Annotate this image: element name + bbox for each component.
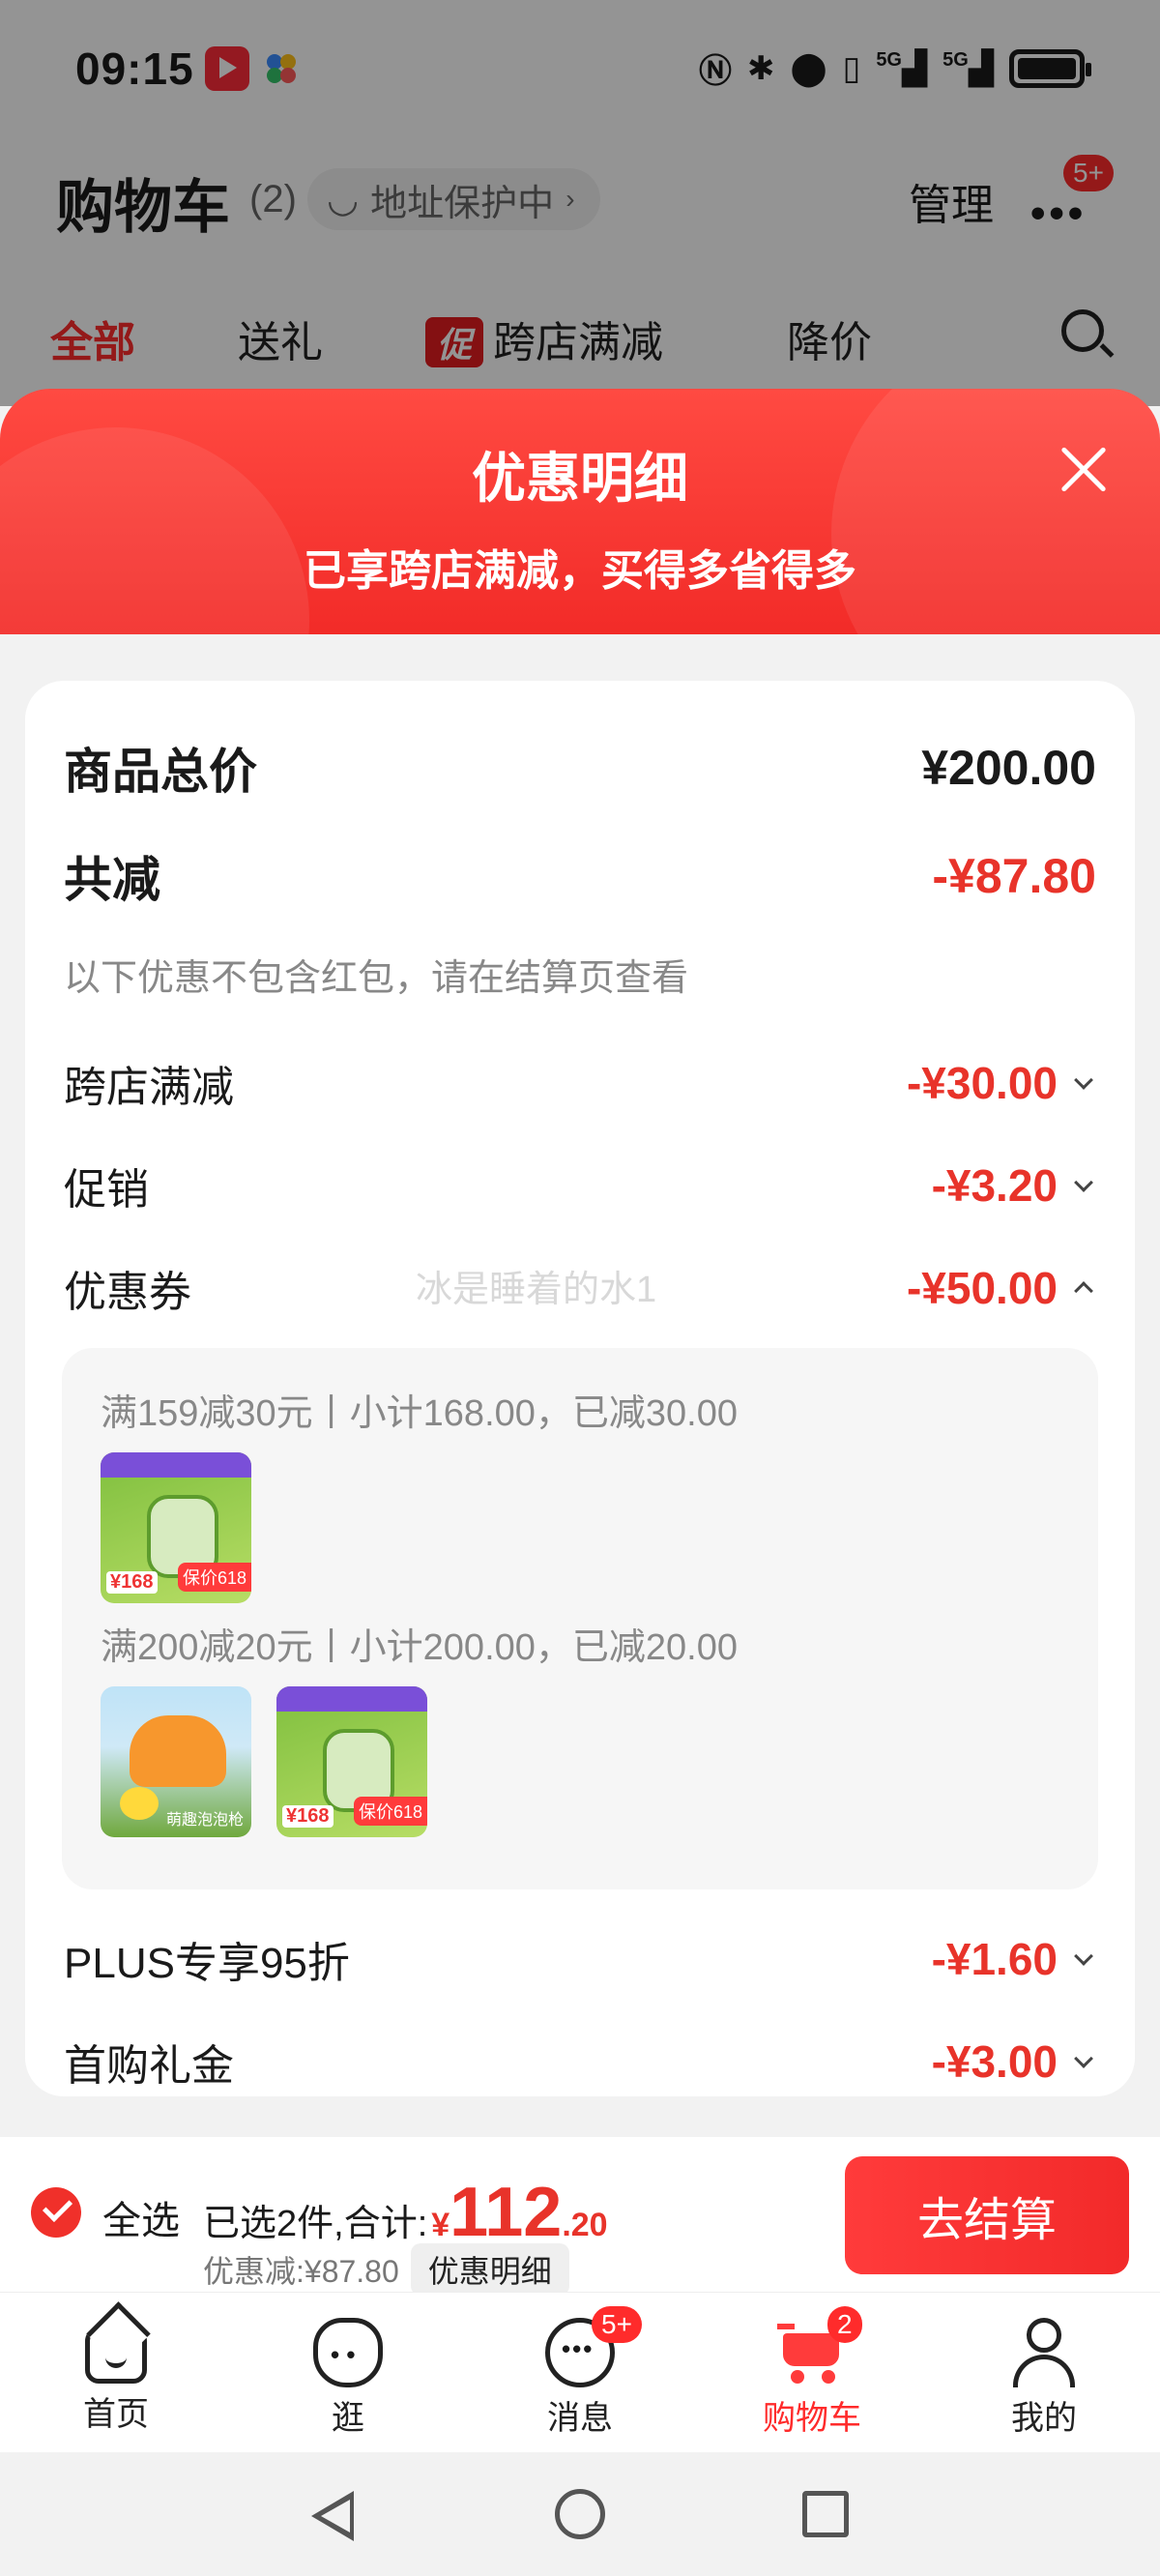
discount-row: 共减 -¥87.80 xyxy=(64,841,1096,911)
discount-panel-header: 优惠明细 已享跨店满减，买得多省得多 xyxy=(0,389,1160,634)
tab-label: 逛 xyxy=(332,2400,364,2437)
checkout-bar: 全选 已选2件,合计: ¥ 112 .20 优惠减:¥87.80 优惠明细 去结… xyxy=(0,2137,1160,2296)
thumb-caption: 萌趣泡泡枪 xyxy=(165,1812,244,1829)
total-value: ¥200.00 xyxy=(921,741,1096,795)
profile-icon xyxy=(1009,2318,1079,2387)
discount-summary: 优惠减:¥87.80 优惠明细 xyxy=(203,2243,569,2296)
discount-item-promotion[interactable]: 促销 -¥3.20 xyxy=(64,1155,1096,1216)
discount-item-cross-store[interactable]: 跨店满减 -¥30.00 xyxy=(64,1052,1096,1114)
chevron-down-icon xyxy=(1074,1947,1093,1966)
amount-decimal: .20 xyxy=(562,2207,608,2243)
dim-overlay[interactable] xyxy=(0,0,1160,406)
system-nav-bar xyxy=(0,2452,1160,2576)
coupon-detail-box: 满159减30元丨小计168.00，已减30.00 ¥168 保价618 满20… xyxy=(62,1348,1098,1889)
select-all-label[interactable]: 全选 xyxy=(102,2189,180,2245)
item-value: -¥3.20 xyxy=(932,1159,1096,1212)
cart-badge: 2 xyxy=(827,2306,862,2343)
discount-summary-text: 优惠减:¥87.80 xyxy=(203,2254,399,2289)
thumb-price: ¥168 xyxy=(106,1571,158,1594)
total-label: 商品总价 xyxy=(64,745,257,799)
watermark: 冰是睡着的水1 xyxy=(416,1270,657,1310)
item-value: -¥50.00 xyxy=(907,1262,1096,1314)
discount-detail-button[interactable]: 优惠明细 xyxy=(410,2243,569,2296)
tab-me[interactable]: 我的 xyxy=(928,2293,1160,2453)
home-circle-icon[interactable] xyxy=(555,2489,605,2539)
tab-cart[interactable]: 购物车 2 xyxy=(696,2293,928,2453)
panel-title: 优惠明细 xyxy=(472,448,688,509)
product-thumbnail-3[interactable]: ¥168 保价618 xyxy=(276,1686,427,1837)
item-value: -¥30.00 xyxy=(907,1057,1096,1109)
home-icon xyxy=(85,2327,147,2384)
recent-apps-icon[interactable] xyxy=(802,2491,849,2537)
discount-note: 以下优惠不包含红包，请在结算页查看 xyxy=(64,958,689,999)
total-row: 商品总价 ¥200.00 xyxy=(64,733,1096,803)
selected-prefix: 已选2件,合计: xyxy=(203,2204,428,2244)
item-label: 优惠券 xyxy=(64,1269,191,1316)
thumb-tag: 保价618 xyxy=(177,1563,251,1592)
item-value: -¥3.00 xyxy=(932,2035,1096,2088)
tab-browse[interactable]: 逛 xyxy=(232,2293,464,2453)
checkout-button[interactable]: 去结算 xyxy=(845,2156,1129,2274)
product-thumbnail-2[interactable]: 萌趣泡泡枪 xyxy=(101,1686,251,1837)
currency-symbol: ¥ xyxy=(431,2207,450,2243)
select-all-checkbox[interactable] xyxy=(31,2187,81,2238)
panel-subtitle: 已享跨店满减，买得多省得多 xyxy=(304,547,856,595)
close-icon[interactable] xyxy=(1056,443,1110,497)
chevron-down-icon xyxy=(1074,1173,1093,1192)
tab-messages[interactable]: 消息 5+ xyxy=(464,2293,696,2453)
tab-label: 我的 xyxy=(1011,2400,1077,2437)
back-icon[interactable] xyxy=(311,2491,354,2541)
discount-item-first-purchase[interactable]: 首购礼金 -¥3.00 xyxy=(64,2031,1096,2093)
chevron-down-icon xyxy=(1074,1070,1093,1090)
tab-label: 消息 xyxy=(547,2400,613,2437)
item-value: -¥1.60 xyxy=(932,1933,1096,1985)
browse-face-icon xyxy=(313,2318,383,2387)
item-label: 首购礼金 xyxy=(64,2042,234,2090)
item-label: 跨店满减 xyxy=(64,1064,234,1111)
tab-home[interactable]: 首页 xyxy=(0,2293,232,2453)
bottom-tab-bar: 首页 逛 消息 5+ 购物车 2 我的 xyxy=(0,2292,1160,2452)
discount-card: 商品总价 ¥200.00 共减 -¥87.80 以下优惠不包含红包，请在结算页查… xyxy=(25,681,1135,2096)
coupon-line-2: 满200减20元丨小计200.00，已减20.00 xyxy=(101,1627,738,1668)
messages-badge: 5+ xyxy=(592,2306,642,2343)
item-label: 促销 xyxy=(64,1166,149,1214)
tab-label: 首页 xyxy=(83,2396,149,2433)
chevron-down-icon xyxy=(1074,2049,1093,2068)
selected-total: 已选2件,合计: ¥ 112 .20 xyxy=(203,2178,608,2247)
thumb-tag: 保价618 xyxy=(353,1797,427,1826)
product-thumbnail-1[interactable]: ¥168 保价618 xyxy=(101,1452,251,1603)
discount-label: 共减 xyxy=(64,853,160,907)
chevron-up-icon xyxy=(1074,1281,1093,1301)
discount-value: -¥87.80 xyxy=(932,849,1096,903)
coupon-line-1: 满159减30元丨小计168.00，已减30.00 xyxy=(101,1393,738,1434)
item-label: PLUS专享95折 xyxy=(64,1940,350,1987)
amount-integer: 112 xyxy=(450,2174,563,2251)
tab-label: 购物车 xyxy=(763,2400,861,2437)
thumb-price: ¥168 xyxy=(282,1805,334,1828)
discount-panel-body: 商品总价 ¥200.00 共减 -¥87.80 以下优惠不包含红包，请在结算页查… xyxy=(0,634,1160,2135)
discount-item-plus[interactable]: PLUS专享95折 -¥1.60 xyxy=(64,1928,1096,1990)
